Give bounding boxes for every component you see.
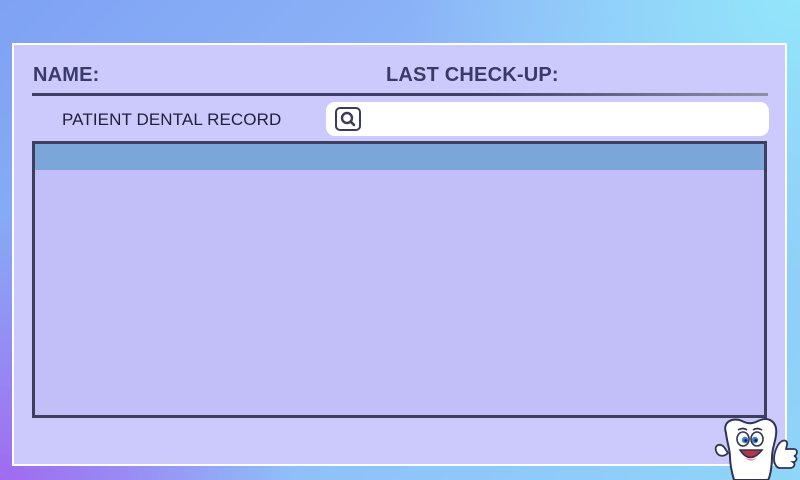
tooth-mascot-icon — [714, 418, 798, 480]
header-divider — [32, 93, 768, 96]
name-label: NAME: — [33, 64, 100, 86]
last-checkup-label: LAST CHECK-UP: — [386, 64, 559, 86]
patient-dental-record-label: PATIENT DENTAL RECORD — [62, 110, 282, 129]
records-header-bar — [35, 144, 764, 170]
search-bar — [326, 102, 769, 136]
records-panel[interactable] — [32, 141, 767, 418]
search-button[interactable] — [335, 107, 361, 131]
patient-record-card: NAME: LAST CHECK-UP: PATIENT DENTAL RECO… — [12, 43, 787, 466]
search-icon — [340, 111, 356, 127]
search-input[interactable] — [370, 106, 760, 132]
